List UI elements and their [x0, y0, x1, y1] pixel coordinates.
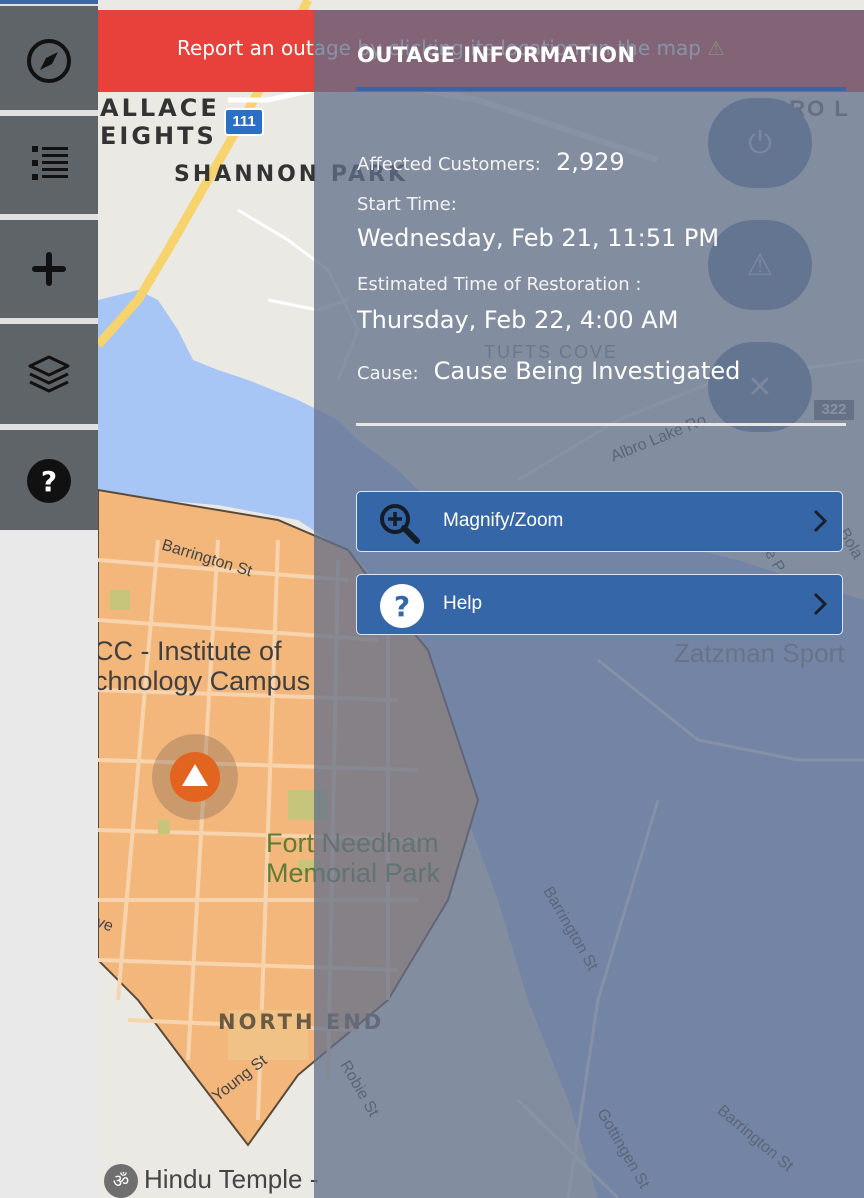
- etr-label-row: Estimated Time of Restoration :: [357, 274, 641, 295]
- sidebar-item-list[interactable]: [0, 116, 98, 214]
- outage-marker[interactable]: [152, 734, 238, 820]
- list-icon: [32, 146, 68, 180]
- start-time-label: Start Time:: [357, 194, 457, 215]
- chevron-right-icon: [813, 592, 828, 616]
- chevron-right-icon: [813, 509, 828, 533]
- help-label: Help: [443, 593, 483, 614]
- sidebar-top-accent: [0, 0, 98, 4]
- cause-value: Cause Being Investigated: [433, 357, 741, 385]
- sidebar-item-locate[interactable]: [0, 6, 98, 110]
- help-button[interactable]: ? Help: [356, 574, 843, 635]
- etr-label: Estimated Time of Restoration :: [357, 274, 642, 295]
- triangle-icon: [182, 764, 208, 786]
- cause-row: Cause: Cause Being Investigated: [357, 357, 740, 385]
- etr-value: Thursday, Feb 22, 4:00 AM: [357, 306, 679, 334]
- etr-value-row: Thursday, Feb 22, 4:00 AM: [357, 306, 678, 334]
- start-time-label-row: Start Time:: [357, 194, 457, 215]
- affected-customers-row: Affected Customers: 2,929: [357, 148, 625, 176]
- magnify-zoom-label: Magnify/Zoom: [443, 510, 564, 531]
- sidebar: ?: [0, 0, 98, 530]
- sidebar-item-help[interactable]: ?: [0, 430, 98, 530]
- sidebar-item-layers[interactable]: [0, 324, 98, 424]
- affected-customers-value: 2,929: [555, 148, 625, 176]
- start-time-value-row: Wednesday, Feb 21, 11:51 PM: [357, 224, 719, 252]
- divider: [356, 423, 846, 426]
- magnify-icon: [380, 504, 420, 544]
- outage-info-panel: OUTAGE INFORMATION Affected Customers: 2…: [314, 10, 864, 1198]
- sidebar-item-add[interactable]: [0, 220, 98, 318]
- layers-icon: [28, 355, 70, 393]
- compass-icon: [27, 39, 71, 83]
- start-time-value: Wednesday, Feb 21, 11:51 PM: [357, 224, 720, 252]
- help-icon: ?: [27, 459, 71, 503]
- cause-label: Cause:: [357, 363, 419, 384]
- magnify-zoom-button[interactable]: Magnify/Zoom: [356, 491, 843, 552]
- help-circle-icon: ?: [380, 584, 424, 628]
- panel-title: OUTAGE INFORMATION: [357, 43, 636, 67]
- affected-customers-label: Affected Customers:: [357, 154, 541, 175]
- svg-text:?: ?: [41, 465, 57, 498]
- plus-icon: [32, 252, 66, 286]
- svg-text:?: ?: [394, 590, 410, 623]
- title-underline: [356, 87, 846, 91]
